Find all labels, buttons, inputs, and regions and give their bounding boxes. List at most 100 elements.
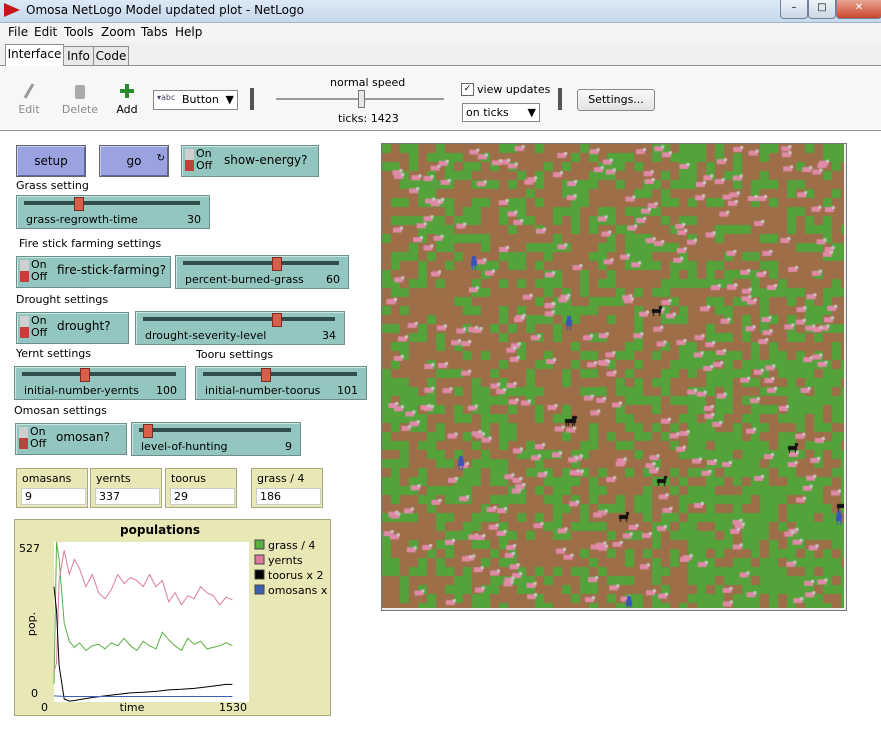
slider-track[interactable] (183, 261, 339, 266)
fire-stick-label: fire-stick-farming? (57, 263, 167, 277)
toolbar-separator (250, 88, 254, 110)
world-canvas[interactable] (382, 144, 844, 608)
toolbar-separator (558, 88, 562, 110)
chevron-down-icon: ▼ (225, 93, 234, 106)
speed-slider[interactable] (276, 90, 444, 108)
setup-button[interactable]: setup (16, 145, 86, 177)
omosan-switch[interactable]: On Off omosan? (15, 423, 127, 455)
slider-label: drought-severity-level (145, 329, 267, 342)
world-view[interactable] (381, 143, 847, 611)
slider-track[interactable] (22, 372, 176, 377)
slider-label: initial-number-yernts (24, 384, 139, 397)
window-title: Omosa NetLogo Model updated plot - NetLo… (26, 3, 304, 17)
y-tick-min: 0 (31, 687, 38, 700)
switch-onoff: On Off (31, 258, 48, 283)
slider-track[interactable] (139, 428, 291, 433)
chart-title: populations (120, 523, 200, 537)
widget-type-value: Button (182, 93, 219, 106)
trash-icon (75, 85, 85, 99)
slider-value: 9 (285, 440, 292, 453)
go-label: go (126, 154, 142, 168)
update-mode-select[interactable]: on ticks ▼ (462, 103, 540, 122)
slider-thumb[interactable] (271, 257, 282, 271)
menu-help[interactable]: Help (175, 25, 202, 39)
slider-thumb[interactable] (80, 368, 91, 382)
slider-thumb[interactable] (261, 368, 272, 382)
switch-toggle-icon[interactable] (19, 427, 28, 449)
slider-thumb[interactable] (271, 313, 282, 327)
switch-toggle-icon[interactable] (20, 316, 29, 338)
percent-burned-slider[interactable]: percent-burned-grass 60 (175, 255, 349, 289)
monitor-value: 29 (170, 488, 235, 505)
go-button[interactable]: go ↻ (99, 145, 169, 177)
close-icon[interactable]: ✕ (836, 0, 881, 19)
slider-track[interactable] (24, 201, 200, 206)
legend-swatch (254, 554, 265, 565)
populations-plot: populations 527 0 pop. 0 1530 time grass… (14, 519, 338, 716)
drought-switch[interactable]: On Off drought? (16, 312, 129, 344)
level-of-hunting-slider[interactable]: level-of-hunting 9 (131, 422, 301, 456)
settings-button[interactable]: Settings... (577, 89, 655, 111)
speed-thumb[interactable] (358, 90, 365, 108)
ticks-counter: ticks: 1423 (338, 112, 399, 125)
tab-interface[interactable]: Interface (5, 44, 64, 66)
menu-zoom[interactable]: Zoom (101, 25, 136, 39)
monitor-label: yernts (96, 472, 131, 485)
button-widget-icon: ▾abc (157, 93, 176, 102)
slider-track[interactable] (203, 372, 357, 377)
monitor-value: 9 (21, 488, 86, 505)
slider-value: 101 (337, 384, 358, 397)
x-axis-label: time (120, 701, 145, 714)
delete-tool[interactable]: Delete (60, 82, 100, 116)
view-updates-checkbox[interactable]: ✓ (461, 83, 474, 96)
grass-setting-note: Grass setting (16, 179, 89, 192)
chevron-down-icon: ▼ (527, 106, 536, 119)
initial-toorus-slider[interactable]: initial-number-toorus 101 (195, 366, 367, 400)
monitor-label: toorus (171, 472, 206, 485)
slider-value: 100 (156, 384, 177, 397)
update-mode-value: on ticks (466, 106, 509, 119)
edit-tool[interactable]: Edit (12, 82, 46, 116)
monitor-label: omasans (22, 472, 72, 485)
y-tick-max: 527 (19, 542, 40, 555)
omosan-setting-note: Omosan settings (14, 404, 107, 417)
plot-area (54, 542, 249, 702)
grass-regrowth-slider[interactable]: grass-regrowth-time 30 (16, 195, 210, 229)
tab-code[interactable]: Code (93, 46, 129, 65)
show-energy-label: show-energy? (224, 153, 308, 167)
grass-monitor: grass / 4 186 (251, 468, 323, 508)
menu-edit[interactable]: Edit (34, 25, 57, 39)
switch-toggle-icon[interactable] (185, 149, 194, 171)
switch-onoff: On Off (30, 425, 47, 450)
yernts-monitor: yernts 337 (90, 468, 162, 508)
switch-onoff: On Off (31, 314, 48, 339)
drought-severity-slider[interactable]: drought-severity-level 34 (135, 311, 345, 345)
toorus-monitor: toorus 29 (165, 468, 237, 508)
minimize-icon[interactable]: – (780, 0, 808, 19)
slider-thumb[interactable] (74, 197, 85, 211)
drought-setting-note: Drought settings (16, 293, 109, 306)
slider-thumb[interactable] (143, 424, 154, 438)
slider-label: level-of-hunting (141, 440, 228, 453)
widget-type-select[interactable]: ▾abc Button ▼ (153, 90, 238, 110)
edit-label: Edit (18, 103, 40, 116)
slider-value: 30 (187, 213, 201, 226)
pencil-icon (23, 83, 35, 99)
maximize-icon[interactable]: □ (808, 0, 836, 19)
fire-stick-switch[interactable]: On Off fire-stick-farming? (16, 256, 171, 288)
monitor-value: 186 (256, 488, 321, 505)
initial-yernts-slider[interactable]: initial-number-yernts 100 (14, 366, 186, 400)
tooru-setting-note: Tooru settings (196, 348, 274, 361)
slider-value: 34 (322, 329, 336, 342)
legend-label: omosans x 2 (268, 584, 330, 597)
switch-toggle-icon[interactable] (20, 260, 29, 282)
tab-info[interactable]: Info (63, 46, 94, 65)
menu-file[interactable]: File (8, 25, 28, 39)
add-tool[interactable]: Add (112, 82, 142, 116)
omasans-monitor: omasans 9 (16, 468, 88, 508)
menu-tools[interactable]: Tools (64, 25, 94, 39)
menu-tabs[interactable]: Tabs (141, 25, 168, 39)
slider-label: grass-regrowth-time (26, 213, 138, 226)
show-energy-switch[interactable]: On Off show-energy? (181, 145, 319, 177)
slider-track[interactable] (143, 317, 335, 322)
